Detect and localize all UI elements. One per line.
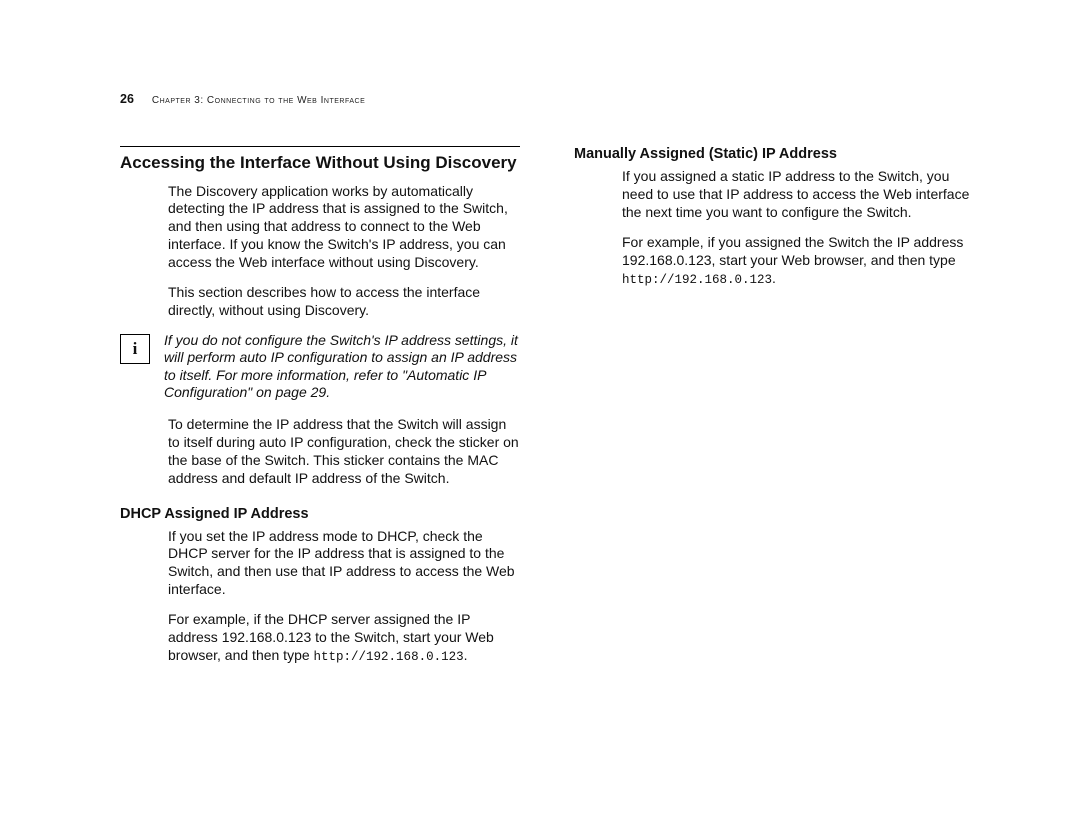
section-title: Accessing the Interface Without Using Di… (120, 153, 520, 173)
content-columns: Accessing the Interface Without Using Di… (120, 146, 975, 677)
text-run: . (772, 270, 776, 286)
url-text: http://192.168.0.123 (622, 273, 772, 287)
text-run: For example, if you assigned the Switch … (622, 234, 963, 268)
note-text: If you do not configure the Switch's IP … (164, 332, 520, 402)
text-run: . (464, 647, 468, 663)
paragraph: If you set the IP address mode to DHCP, … (168, 528, 520, 600)
page-number: 26 (120, 92, 134, 106)
chapter-label: Chapter 3: Connecting to the Web Interfa… (152, 95, 365, 106)
note-block: i If you do not configure the Switch's I… (120, 332, 520, 402)
paragraph: If you assigned a static IP address to t… (622, 168, 974, 222)
info-icon: i (120, 334, 150, 364)
paragraph: For example, if you assigned the Switch … (622, 234, 974, 288)
section-rule (120, 146, 520, 147)
paragraph: To determine the IP address that the Swi… (168, 416, 520, 488)
paragraph: The Discovery application works by autom… (168, 183, 520, 273)
paragraph: For example, if the DHCP server assigned… (168, 611, 520, 665)
subsection-title-dhcp: DHCP Assigned IP Address (120, 506, 520, 522)
right-column: Manually Assigned (Static) IP Address If… (574, 146, 974, 677)
page: 26 Chapter 3: Connecting to the Web Inte… (0, 0, 1080, 834)
running-header: 26 Chapter 3: Connecting to the Web Inte… (120, 92, 975, 106)
subsection-title-static: Manually Assigned (Static) IP Address (574, 146, 974, 162)
left-column: Accessing the Interface Without Using Di… (120, 146, 520, 677)
paragraph: This section describes how to access the… (168, 284, 520, 320)
url-text: http://192.168.0.123 (314, 650, 464, 664)
